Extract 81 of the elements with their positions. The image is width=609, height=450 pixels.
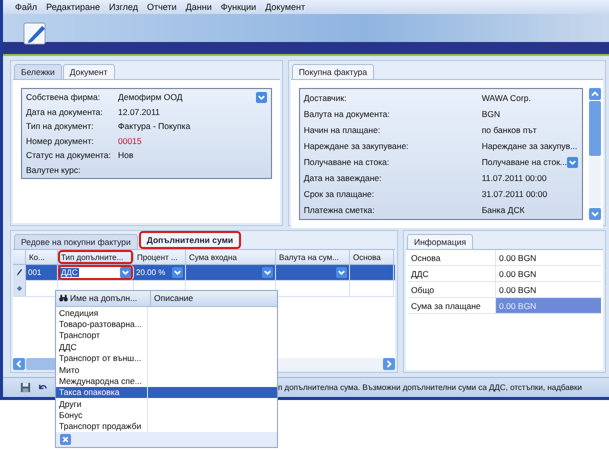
column-header[interactable]: Описание [151, 291, 196, 306]
field-label: Платежна сметка: [304, 205, 376, 215]
field-label: Собствена фирма: [26, 92, 102, 102]
list-item[interactable]: Спедиция [56, 306, 277, 318]
grid-cell[interactable]: 20.00 % [134, 265, 186, 280]
field-value: Нов [118, 150, 134, 160]
field-label: Тип на документ: [26, 121, 94, 132]
info-label: Основа [408, 250, 496, 265]
scroll-left-icon[interactable] [13, 358, 25, 370]
field-label: Дата на документа: [26, 106, 104, 117]
column-header[interactable]: Процент ... [134, 250, 186, 264]
column-header[interactable]: Валута на сум... [276, 250, 350, 264]
scroll-up-icon[interactable] [589, 88, 601, 100]
field-value: WAWA Corp. [482, 93, 531, 103]
scroll-down-icon[interactable] [589, 208, 601, 220]
field-value: BGN [482, 109, 500, 119]
document-pen-icon [23, 22, 48, 45]
list-item[interactable]: Транспорт от външ... [56, 352, 277, 364]
menu-item[interactable]: Документ [265, 2, 306, 12]
info-value: 0.00 BGN [496, 298, 601, 313]
menu-item[interactable]: Файл [15, 2, 38, 12]
field-value: Демофирм ООД [118, 92, 183, 102]
list-item[interactable]: Товаро-разтоварна... [56, 318, 277, 330]
field-label: Статус на документа: [26, 150, 112, 160]
column-header[interactable]: Тип допълните... [58, 250, 134, 264]
field-value: Нареждане за закупув... [482, 141, 578, 151]
menu-item[interactable]: Редактиране [46, 2, 100, 12]
column-header[interactable]: Ко... [26, 250, 58, 264]
info-value: 0.00 BGN [498, 252, 538, 264]
vertical-scrollbar[interactable] [589, 88, 601, 220]
field-label: Дата на завеждане: [304, 173, 382, 183]
field-label: Нареждане за закупуване: [304, 141, 410, 151]
field-label: Получаване на стока: [304, 157, 390, 167]
list-item[interactable]: Други [56, 398, 277, 410]
grid-cell[interactable]: ДДС [58, 265, 134, 280]
field-label: Начин на плащане: [304, 125, 382, 135]
column-header[interactable]: Сума входна [186, 250, 276, 264]
field-value: 00015 [118, 136, 142, 146]
field-label: Доставчик: [304, 93, 348, 103]
menu-item[interactable]: Функции [220, 2, 256, 12]
info-label: Общо [408, 282, 496, 297]
field-value: 12.07.2011 [118, 106, 160, 117]
field-value: 31.07.2011 00:00 [482, 189, 548, 199]
selected-row[interactable]: 001 ДДС 20.00 % [13, 265, 395, 281]
pencil-icon [16, 268, 22, 277]
info-value: 0.00 BGN [498, 268, 538, 280]
menu-item[interactable]: Данни [186, 2, 212, 12]
list-item[interactable]: Транспорт [56, 330, 277, 342]
list-item[interactable]: Мито [56, 364, 277, 376]
column-header[interactable]: Основа [350, 250, 394, 264]
list-item[interactable]: Такса опаковка [56, 386, 277, 398]
menu-item[interactable]: Изглед [109, 2, 138, 12]
list-item[interactable]: ДДС [56, 341, 277, 352]
status-text: п допълнителна сума. Възможни допълнителни суми са ДДС, отстъпки, надбавки [278, 383, 582, 392]
tab[interactable]: Редове на покупни фактури [14, 234, 138, 249]
field-value: Получаване на сток... [482, 157, 567, 167]
tab[interactable]: Информация [407, 234, 474, 249]
tab[interactable]: Документ [62, 64, 114, 79]
close-icon[interactable] [60, 434, 71, 446]
info-label: ДДС [408, 266, 496, 281]
tab[interactable]: Допълнителни суми [138, 231, 242, 249]
row-selector[interactable] [13, 265, 26, 280]
list-item[interactable]: Бонус [56, 409, 277, 421]
field-label: Валутен курс: [26, 164, 82, 175]
binoculars-icon [59, 294, 68, 302]
scroll-right-icon[interactable] [383, 358, 395, 370]
field-label: Валута на документа: [304, 109, 391, 119]
column-header[interactable]: Име на допълн... [56, 291, 151, 306]
scroll-thumb[interactable] [589, 101, 601, 156]
field-value: по банков път [482, 125, 537, 135]
field-label: Срок за плащане: [304, 189, 376, 199]
save-icon[interactable] [20, 382, 31, 393]
field-value: Банка ДСК [482, 205, 525, 215]
tab[interactable]: Покупна фактура [292, 64, 374, 79]
tab[interactable]: Бележки [14, 64, 62, 79]
menu-item[interactable]: Отчети [147, 2, 177, 12]
field-value: Фактура - Покупка [118, 121, 190, 132]
new-row-icon [16, 284, 22, 293]
info-value: 0.00 BGN [498, 284, 538, 296]
field-label: Номер документ: [26, 136, 95, 146]
field-value: 11.07.2011 00:00 [482, 173, 547, 183]
